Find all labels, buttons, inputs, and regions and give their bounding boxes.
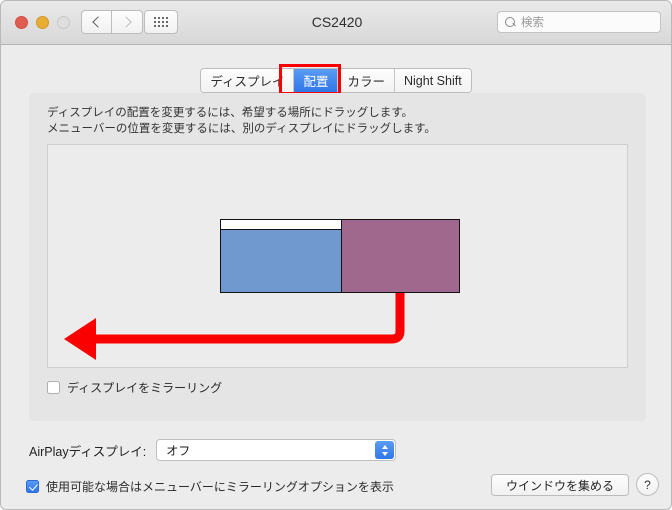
mirror-displays-checkbox[interactable] bbox=[47, 381, 60, 394]
tab-night-shift[interactable]: Night Shift bbox=[395, 69, 471, 92]
tab-arrangement[interactable]: 配置 bbox=[294, 69, 339, 92]
primary-display-tile[interactable] bbox=[220, 219, 342, 293]
display-arrangement-canvas[interactable] bbox=[47, 144, 628, 368]
display-preferences-window: CS2420 検索 ディスプレイ 配置 カラー Night Shift ディスプ… bbox=[0, 0, 672, 510]
search-input[interactable]: 検索 bbox=[497, 11, 661, 33]
search-placeholder: 検索 bbox=[521, 17, 544, 29]
instructions-text: ディスプレイの配置を変更するには、希望する場所にドラッグします。 メニューバーの… bbox=[47, 105, 436, 137]
tab-bar: ディスプレイ 配置 カラー Night Shift bbox=[1, 68, 671, 93]
mirror-displays-row[interactable]: ディスプレイをミラーリング bbox=[47, 379, 222, 396]
airplay-display-select[interactable]: オフ bbox=[156, 439, 397, 461]
instruction-line-2: メニューバーの位置を変更するには、別のディスプレイにドラッグします。 bbox=[47, 123, 436, 135]
gather-windows-button[interactable]: ウインドウを集める bbox=[490, 474, 629, 496]
show-mirroring-options-label: 使用可能な場合はメニューバーにミラーリングオプションを表示 bbox=[46, 480, 394, 494]
arrangement-panel: ディスプレイの配置を変更するには、希望する場所にドラッグします。 メニューバーの… bbox=[29, 93, 646, 421]
secondary-display-tile[interactable] bbox=[341, 219, 460, 293]
chevron-updown-icon[interactable] bbox=[375, 441, 395, 459]
show-mirroring-options-row[interactable]: 使用可能な場合はメニューバーにミラーリングオプションを表示 bbox=[26, 478, 394, 495]
tab-color[interactable]: カラー bbox=[338, 69, 395, 92]
mirror-displays-label: ディスプレイをミラーリング bbox=[67, 381, 223, 395]
help-button[interactable]: ? bbox=[636, 473, 659, 496]
show-mirroring-options-checkbox[interactable] bbox=[26, 480, 39, 493]
airplay-display-label: AirPlayディスプレイ: bbox=[29, 444, 147, 459]
airplay-display-row: AirPlayディスプレイ: オフ bbox=[29, 439, 397, 461]
window-titlebar: CS2420 検索 bbox=[1, 1, 671, 45]
instruction-line-1: ディスプレイの配置を変更するには、希望する場所にドラッグします。 bbox=[47, 107, 414, 119]
airplay-display-value: オフ bbox=[166, 443, 191, 458]
tab-display[interactable]: ディスプレイ bbox=[201, 69, 295, 92]
search-icon bbox=[505, 17, 515, 27]
menu-bar-strip[interactable] bbox=[221, 220, 341, 230]
